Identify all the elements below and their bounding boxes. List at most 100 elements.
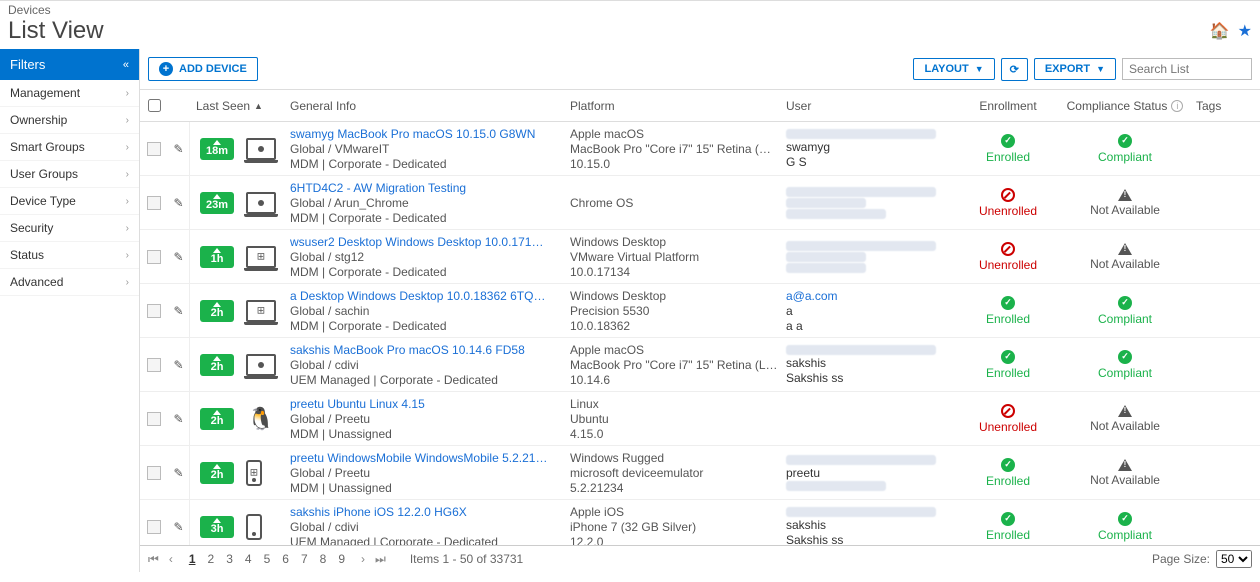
filter-item-device-type[interactable]: Device Type› bbox=[0, 188, 139, 215]
filter-item-advanced[interactable]: Advanced› bbox=[0, 269, 139, 296]
user-text: sakshis bbox=[786, 356, 956, 370]
row-checkbox[interactable] bbox=[147, 304, 161, 318]
page-title: List View bbox=[8, 17, 104, 45]
table-row[interactable]: ✎ 2h sakshis MacBook Pro macOS 10.14.6 FD5… bbox=[140, 338, 1260, 392]
filter-item-status[interactable]: Status› bbox=[0, 242, 139, 269]
table-row[interactable]: ✎23m6HTD4C2 - AW Migration TestingGlobal… bbox=[140, 176, 1260, 230]
user-email-link[interactable]: a@a.com bbox=[786, 289, 956, 303]
home-icon[interactable]: 🏠 bbox=[1210, 21, 1230, 41]
table-row[interactable]: ✎1h⊞wsuser2 Desktop Windows Desktop 10.0… bbox=[140, 230, 1260, 284]
last-seen-badge: 23m bbox=[200, 192, 234, 214]
device-name-link[interactable]: preetu Ubuntu Linux 4.15 bbox=[290, 397, 550, 411]
pager-last[interactable]: ⏭ bbox=[375, 552, 386, 567]
edit-icon[interactable]: ✎ bbox=[173, 304, 183, 318]
row-checkbox[interactable] bbox=[147, 412, 161, 426]
refresh-button[interactable]: ⟳ bbox=[1001, 58, 1028, 81]
check-icon: ✓ bbox=[1001, 512, 1015, 526]
table-row[interactable]: ✎3hsakshis iPhone iOS 12.2.0 HG6XGlobal … bbox=[140, 500, 1260, 545]
last-seen-badge: 2h bbox=[200, 408, 234, 430]
col-header-tags[interactable]: Tags bbox=[1190, 99, 1250, 113]
redacted-text bbox=[786, 507, 936, 517]
device-name-link[interactable]: sakshis iPhone iOS 12.2.0 HG6X bbox=[290, 505, 550, 519]
layout-button[interactable]: LAYOUT ▼ bbox=[913, 58, 994, 80]
col-header-compliance[interactable]: Compliance Status i bbox=[1060, 99, 1190, 113]
device-name-link[interactable]: a Desktop Windows Desktop 10.0.18362 6TQ… bbox=[290, 289, 550, 303]
row-checkbox[interactable] bbox=[147, 250, 161, 264]
add-device-button[interactable]: + ADD DEVICE bbox=[148, 57, 258, 81]
pager-next[interactable]: › bbox=[361, 552, 365, 566]
table-row[interactable]: ✎2h⊞preetu WindowsMobile WindowsMobile 5… bbox=[140, 446, 1260, 500]
device-name-link[interactable]: 6HTD4C2 - AW Migration Testing bbox=[290, 181, 550, 195]
pager-prev[interactable]: ‹ bbox=[169, 552, 173, 566]
pager-page-6[interactable]: 6 bbox=[280, 552, 291, 566]
pager-page-3[interactable]: 3 bbox=[224, 552, 235, 566]
check-icon: ✓ bbox=[1118, 296, 1132, 310]
table-row[interactable]: ✎2h🐧preetu Ubuntu Linux 4.15Global / Pre… bbox=[140, 392, 1260, 446]
redacted-text bbox=[786, 263, 866, 273]
pager-page-4[interactable]: 4 bbox=[243, 552, 254, 566]
pager-page-7[interactable]: 7 bbox=[299, 552, 310, 566]
redacted-text bbox=[786, 252, 866, 262]
select-all-checkbox[interactable] bbox=[148, 99, 161, 112]
pager-page-2[interactable]: 2 bbox=[206, 552, 217, 566]
edit-icon[interactable]: ✎ bbox=[173, 142, 183, 156]
export-button[interactable]: EXPORT ▼ bbox=[1034, 58, 1116, 80]
platform-version: 10.0.18362 bbox=[570, 319, 786, 333]
edit-icon[interactable]: ✎ bbox=[173, 412, 183, 426]
table-body: ✎18mswamyg MacBook Pro macOS 10.15.0 G8W… bbox=[140, 122, 1260, 545]
filter-item-ownership[interactable]: Ownership› bbox=[0, 107, 139, 134]
table-row[interactable]: ✎2h⊞a Desktop Windows Desktop 10.0.18362… bbox=[140, 284, 1260, 338]
page-size-select[interactable]: 50 bbox=[1216, 550, 1252, 568]
search-input[interactable] bbox=[1122, 58, 1252, 80]
redacted-text bbox=[786, 129, 936, 139]
last-seen-badge: 2h bbox=[200, 354, 234, 376]
filter-item-user-groups[interactable]: User Groups› bbox=[0, 161, 139, 188]
pager-page-1[interactable]: 1 bbox=[187, 552, 198, 566]
user-text: G S bbox=[786, 155, 956, 169]
star-icon[interactable]: ★ bbox=[1238, 21, 1252, 41]
row-checkbox[interactable] bbox=[147, 358, 161, 372]
row-checkbox[interactable] bbox=[147, 142, 161, 156]
device-name-link[interactable]: preetu WindowsMobile WindowsMobile 5.2.2… bbox=[290, 451, 550, 465]
device-name-link[interactable]: sakshis MacBook Pro macOS 10.14.6 FD58 bbox=[290, 343, 550, 357]
edit-icon[interactable]: ✎ bbox=[173, 250, 183, 264]
device-name-link[interactable]: swamyg MacBook Pro macOS 10.15.0 G8WN bbox=[290, 127, 550, 141]
table-row[interactable]: ✎18mswamyg MacBook Pro macOS 10.15.0 G8W… bbox=[140, 122, 1260, 176]
edit-icon[interactable]: ✎ bbox=[173, 466, 183, 480]
last-seen-badge: 3h bbox=[200, 516, 234, 538]
pager-page-5[interactable]: 5 bbox=[262, 552, 273, 566]
row-checkbox[interactable] bbox=[147, 196, 161, 210]
filter-item-security[interactable]: Security› bbox=[0, 215, 139, 242]
col-header-user[interactable]: User bbox=[786, 99, 956, 113]
device-name-link[interactable]: wsuser2 Desktop Windows Desktop 10.0.171… bbox=[290, 235, 550, 249]
info-icon[interactable]: i bbox=[1171, 100, 1183, 112]
export-label: EXPORT bbox=[1045, 63, 1090, 75]
redacted-text bbox=[786, 187, 936, 197]
row-checkbox[interactable] bbox=[147, 520, 161, 534]
edit-icon[interactable]: ✎ bbox=[173, 196, 183, 210]
platform-model: Ubuntu bbox=[570, 412, 780, 426]
row-checkbox[interactable] bbox=[147, 466, 161, 480]
last-seen-badge: 2h bbox=[200, 300, 234, 322]
edit-icon[interactable]: ✎ bbox=[173, 358, 183, 372]
pager-first[interactable]: ⏮ bbox=[148, 552, 159, 567]
platform-name: Chrome OS bbox=[570, 196, 786, 210]
filter-item-management[interactable]: Management› bbox=[0, 80, 139, 107]
laptop-icon: ⊞ bbox=[246, 246, 276, 268]
chevron-down-icon: ▼ bbox=[975, 64, 984, 74]
col-header-last-seen[interactable]: Last Seen ▲ bbox=[190, 99, 290, 113]
pager-page-9[interactable]: 9 bbox=[336, 552, 347, 566]
check-icon: ✓ bbox=[1118, 134, 1132, 148]
edit-icon[interactable]: ✎ bbox=[173, 520, 183, 534]
filter-item-smart-groups[interactable]: Smart Groups› bbox=[0, 134, 139, 161]
check-icon: ✓ bbox=[1001, 458, 1015, 472]
col-header-general-info[interactable]: General Info bbox=[290, 99, 570, 113]
filters-header[interactable]: Filters « bbox=[0, 49, 139, 80]
pager-page-8[interactable]: 8 bbox=[318, 552, 329, 566]
col-header-platform[interactable]: Platform bbox=[570, 99, 786, 113]
warning-icon bbox=[1118, 459, 1132, 471]
device-org: Global / Preetu bbox=[290, 412, 570, 426]
page-size-label: Page Size: bbox=[1152, 552, 1210, 566]
col-header-enrollment[interactable]: Enrollment bbox=[956, 99, 1060, 113]
redacted-text bbox=[786, 345, 936, 355]
